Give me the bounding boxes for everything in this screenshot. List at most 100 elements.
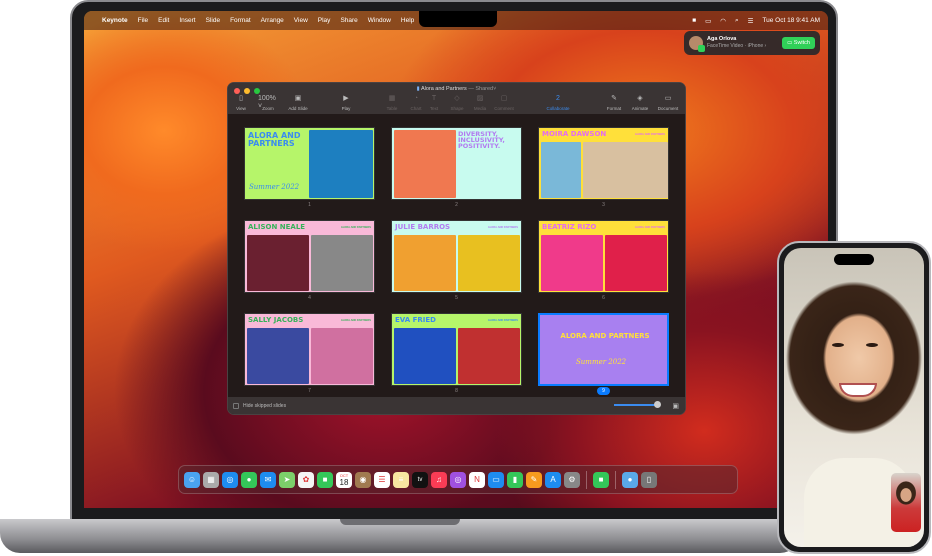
menu-insert[interactable]: Insert (179, 17, 195, 24)
document-icon: ▮ (416, 86, 420, 92)
reminders-icon[interactable]: ☰ (374, 471, 390, 488)
slide-photo (394, 328, 456, 384)
switch-button[interactable]: ▭ Switch (782, 37, 815, 49)
comment-icon: ▢ (500, 95, 508, 102)
toolbar-comment-button[interactable]: ▢ Comment (494, 95, 514, 111)
menu-file[interactable]: File (138, 17, 148, 24)
toolbar-media-button[interactable]: ▨ Media (470, 95, 490, 111)
toolbar-label: Media (473, 106, 487, 111)
menu-view[interactable]: View (294, 17, 308, 24)
toolbar-shape-button[interactable]: ◇ Shape (447, 95, 467, 111)
slide-photo (541, 235, 603, 291)
system-settings-icon[interactable]: ⚙ (564, 471, 580, 488)
dock-separator (586, 470, 587, 489)
slide-title: ALORA AND PARTNERS (560, 332, 650, 340)
macbook: Keynote File Edit Insert Slide Format Arrange… (70, 0, 838, 522)
slide-tag: ALORA AND PARTNERS (340, 226, 371, 229)
slide-thumbnail[interactable]: ALISON NEALE ALORA AND PARTNERS (244, 220, 375, 293)
slide-thumbnail[interactable]: MOIRA DAWSON ALORA AND PARTNERS (538, 127, 669, 200)
toolbar-label: Zoom (262, 106, 274, 111)
thumbnail-size-slider[interactable] (614, 404, 659, 406)
slide-thumbnail[interactable]: ALORA AND PARTNERS Summer 2022 (538, 313, 669, 386)
safari-icon[interactable]: ◎ (222, 471, 238, 488)
pages-icon[interactable]: ✎ (526, 471, 542, 488)
hide-skipped-label[interactable]: Hide skipped slides (243, 403, 286, 409)
document-title[interactable]: Alora and Partners (421, 86, 467, 92)
slide-thumbnail[interactable]: SALLY JACOBS ALORA AND PARTNERS (244, 313, 375, 386)
trash-icon[interactable]: ▯ (641, 471, 657, 488)
toolbar-chart-button[interactable]: ◔ Chart (406, 95, 426, 111)
toolbar-collaborate-button[interactable]: 2 Collaborate (547, 95, 570, 111)
toolbar-table-button[interactable]: ▦ Table (382, 95, 402, 111)
finder-icon[interactable]: ☺ (184, 471, 200, 488)
slide-number: 1 (308, 202, 311, 208)
facetime-active-icon[interactable]: ■ (593, 471, 609, 488)
slide-photo (311, 328, 373, 384)
menu-app-name[interactable]: Keynote (102, 17, 128, 24)
menu-help[interactable]: Help (401, 17, 414, 24)
contacts-icon[interactable]: ◉ (355, 471, 371, 488)
podcasts-icon[interactable]: ◎ (450, 471, 466, 488)
messages-icon[interactable]: ● (241, 471, 257, 488)
facetime-status-icon[interactable]: ■ (692, 17, 696, 24)
menu-share[interactable]: Share (340, 17, 357, 24)
slider-knob[interactable] (654, 401, 661, 408)
toolbar-label: View (236, 106, 246, 111)
slide-photo (541, 142, 581, 198)
maps-icon[interactable]: ➤ (279, 471, 295, 488)
slide-thumbnail[interactable]: BEATRIZ RIZO ALORA AND PARTNERS (538, 220, 669, 293)
mail-icon[interactable]: ✉ (260, 471, 276, 488)
toolbar-add-slide-button[interactable]: ▣ Add Slide (288, 95, 308, 111)
toolbar-play-button[interactable]: ▶ Play (336, 95, 356, 111)
facetime-icon[interactable]: ■ (317, 471, 333, 488)
toolbar-label: Table (386, 106, 398, 111)
menu-window[interactable]: Window (368, 17, 391, 24)
calendar-icon[interactable]: OCT 18 (336, 471, 352, 488)
slide-thumbnail[interactable]: ALORA AND PARTNERS Summer 2022 (244, 127, 375, 200)
menu-format[interactable]: Format (230, 17, 251, 24)
downloads-icon[interactable]: ● (622, 471, 638, 488)
dock-separator (615, 470, 616, 489)
toolbar-label: Chart (410, 106, 422, 111)
menu-arrange[interactable]: Arrange (261, 17, 284, 24)
launchpad-icon[interactable]: ▦ (203, 471, 219, 488)
toolbar-text-button[interactable]: T Text (424, 95, 444, 111)
toolbar-document-button[interactable]: ▭ Document (658, 95, 679, 111)
toolbar-format-button[interactable]: ✎ Format (604, 95, 624, 111)
menu-edit[interactable]: Edit (158, 17, 169, 24)
tv-icon[interactable]: tv (412, 471, 428, 488)
large-thumbnail-icon[interactable]: ▣ (672, 402, 679, 410)
slide-title: ALORA AND PARTNERS (248, 131, 301, 148)
desktop: Keynote File Edit Insert Slide Format Arrange… (84, 11, 828, 508)
switch-label: Switch (793, 40, 810, 46)
photos-icon[interactable]: ✿ (298, 471, 314, 488)
menu-slide[interactable]: Slide (206, 17, 220, 24)
toolbar-animate-button[interactable]: ◈ Animate (630, 95, 650, 111)
numbers-icon[interactable]: ▮ (507, 471, 523, 488)
slide-tag: ALORA AND PARTNERS (487, 319, 518, 322)
slide-thumbnail[interactable]: DIVERSITY, INCLUSIVITY, POSITIVITY. (391, 127, 522, 200)
clock[interactable]: Tue Oct 18 9:41 AM (762, 17, 820, 24)
toolbar-zoom-button[interactable]: 100% ˅ Zoom (258, 95, 278, 111)
slide-thumbnail[interactable]: JULIE BARROS ALORA AND PARTNERS (391, 220, 522, 293)
music-icon[interactable]: ♫ (431, 471, 447, 488)
keynote-icon[interactable]: ▭ (488, 471, 504, 488)
battery-icon[interactable]: ▭ (705, 17, 711, 25)
search-icon[interactable]: ⌕ (735, 17, 739, 25)
news-icon[interactable]: N (469, 471, 485, 488)
hide-skipped-checkbox[interactable] (233, 402, 239, 409)
slide-thumbnail[interactable]: EVA FRIED ALORA AND PARTNERS (391, 313, 522, 386)
control-center-icon[interactable]: ☰ (748, 17, 754, 25)
caller-name: Aga Orlova (707, 36, 737, 42)
shared-status[interactable]: — Shared˅ (468, 86, 496, 92)
toolbar-view-button[interactable]: ▯ View (231, 95, 251, 111)
toolbar-label: Add Slide (288, 106, 308, 111)
app-store-icon[interactable]: A (545, 471, 561, 488)
notes-icon[interactable]: ≡ (393, 471, 409, 488)
zoom-select: 100% ˅ (258, 95, 276, 110)
self-view-pip[interactable] (891, 473, 921, 532)
menu-play[interactable]: Play (318, 17, 331, 24)
facetime-handoff-notification[interactable]: Aga Orlova FaceTime Video · iPhone › ▭ Sw… (684, 31, 820, 55)
wifi-icon[interactable]: ◠ (720, 17, 726, 25)
slide-photo (394, 235, 456, 291)
